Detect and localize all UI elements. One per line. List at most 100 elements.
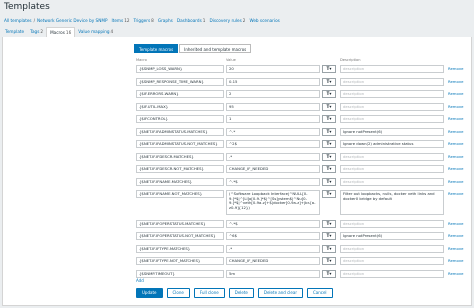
macro-value-field[interactable]: CHANGE_IF_NEEDED <box>226 257 320 265</box>
macro-name-field[interactable]: {$NET.IF.IFNAME.MATCHES} <box>136 177 224 186</box>
macro-name-field[interactable]: {$NET.IF.IFDESCR.NOT_MATCHES} <box>136 165 224 173</box>
macro-description-field[interactable]: Ignore notPresent(6) <box>340 232 444 240</box>
macro-name-field[interactable]: {$NET.IF.IFADMINSTATUS.MATCHES} <box>136 127 224 136</box>
macro-name-field[interactable]: {$SNMP_LOSS_WARN} <box>136 65 224 73</box>
macro-value-field[interactable]: .* <box>226 152 320 161</box>
macro-name-field[interactable]: {$IF.UTIL.MAX} <box>136 102 224 111</box>
value-type-button[interactable]: T▾ <box>322 90 336 98</box>
value-type-button[interactable]: T▾ <box>322 77 336 86</box>
value-type-button[interactable]: T▾ <box>322 257 336 265</box>
remove-macro-link[interactable]: Remove <box>448 246 463 251</box>
graphs-link[interactable]: Graphs <box>158 18 173 23</box>
remove-macro-link[interactable]: Remove <box>448 79 463 84</box>
macro-name-field[interactable]: {$NET.IF.IFDESCR.MATCHES} <box>136 152 224 161</box>
macro-value-field[interactable]: ^2$ <box>226 140 320 148</box>
delete-button[interactable]: Delete <box>228 288 254 298</box>
web-scenarios-link[interactable]: Web scenarios <box>249 18 279 23</box>
template-macros-button[interactable]: Template macros <box>134 44 179 53</box>
value-type-button[interactable]: T▾ <box>322 115 336 123</box>
macro-value-field[interactable]: 5m <box>226 269 320 278</box>
macro-description-field[interactable]: description <box>340 257 444 265</box>
delete-and-clear-button[interactable]: Delete and clear <box>257 288 303 298</box>
macro-row: {$IF.ERRORS.WARN} 2 T▾ description Remove <box>136 90 468 98</box>
macro-row: {$NET.IF.IFTYPE.MATCHES} .* T▾ description R… <box>136 244 468 253</box>
macro-value-field[interactable]: 20 <box>226 65 320 73</box>
macro-name-field[interactable]: {$IFCONTROL} <box>136 115 224 123</box>
macro-name-field[interactable]: {$NET.IF.IFOPERSTATUS.NOT_MATCHES} <box>136 232 224 240</box>
remove-macro-link[interactable]: Remove <box>448 141 463 146</box>
macro-name-field[interactable]: {$SNMP_RESPONSE_TIME_WARN} <box>136 77 224 86</box>
macro-description-field[interactable]: description <box>340 115 444 123</box>
macro-value-field[interactable]: 2 <box>226 90 320 98</box>
remove-macro-link[interactable]: Remove <box>448 271 463 276</box>
remove-macro-link[interactable]: Remove <box>448 191 463 196</box>
items-link[interactable]: Items <box>111 18 123 23</box>
value-type-button[interactable]: T▾ <box>322 102 336 111</box>
macro-description-field[interactable]: description <box>340 165 444 173</box>
macro-value-field[interactable]: CHANGE_IF_NEEDED <box>226 165 320 173</box>
inherited-macros-button[interactable]: Inherited and template macros <box>179 44 252 53</box>
macro-description-field[interactable]: description <box>340 177 444 186</box>
macro-name-field[interactable]: {$NET.IF.IFNAME.NOT_MATCHES} <box>136 190 224 198</box>
value-type-button[interactable]: T▾ <box>322 269 336 278</box>
macro-description-field[interactable]: Ignore notPresent(6) <box>340 127 444 136</box>
full-clone-button[interactable]: Full clone <box>193 288 225 298</box>
macro-value-field[interactable]: 0.15 <box>226 77 320 86</box>
value-type-button[interactable]: T▾ <box>322 177 336 186</box>
macro-value-field[interactable]: ^.* <box>226 127 320 136</box>
value-type-button[interactable]: T▾ <box>322 219 336 228</box>
value-type-button[interactable]: T▾ <box>322 65 336 73</box>
clone-button[interactable]: Clone <box>166 288 190 298</box>
macro-description-field[interactable]: description <box>340 244 444 253</box>
macro-value-field[interactable]: ^.*$ <box>226 177 320 186</box>
macro-description-field[interactable]: description <box>340 77 444 86</box>
add-macro-link[interactable]: Add <box>136 278 144 283</box>
update-button[interactable]: Update <box>136 288 163 298</box>
remove-macro-link[interactable]: Remove <box>448 179 463 184</box>
macro-description-field[interactable]: Filter out loopbacks, nulls, docker veth… <box>340 190 444 215</box>
remove-macro-link[interactable]: Remove <box>448 66 463 71</box>
value-type-button[interactable]: T▾ <box>322 152 336 161</box>
macro-description-field[interactable]: Ignore down(2) administrative status <box>340 140 444 148</box>
macro-description-field[interactable]: description <box>340 269 444 278</box>
macro-description-field[interactable]: description <box>340 90 444 98</box>
all-templates-link[interactable]: All templates <box>4 18 32 23</box>
discovery-rules-link[interactable]: Discovery rules <box>209 18 241 23</box>
remove-macro-link[interactable]: Remove <box>448 154 463 159</box>
macro-name-field[interactable]: {$SNMP.TIMEOUT} <box>136 269 224 278</box>
macro-value-field[interactable]: 95 <box>226 102 320 111</box>
remove-macro-link[interactable]: Remove <box>448 104 463 109</box>
value-type-button[interactable]: T▾ <box>322 232 336 240</box>
macro-description-field[interactable]: description <box>340 65 444 73</box>
value-type-button[interactable]: T▾ <box>322 140 336 148</box>
remove-macro-link[interactable]: Remove <box>448 129 463 134</box>
macro-value-field[interactable]: ^6$ <box>226 232 320 240</box>
macro-description-field[interactable]: description <box>340 102 444 111</box>
macro-name-field[interactable]: {$NET.IF.IFOPERSTATUS.MATCHES} <box>136 219 224 228</box>
macro-name-field[interactable]: {$IF.ERRORS.WARN} <box>136 90 224 98</box>
remove-macro-link[interactable]: Remove <box>448 116 463 121</box>
remove-macro-link[interactable]: Remove <box>448 258 463 263</box>
macro-description-field[interactable]: description <box>340 219 444 228</box>
macro-name-field[interactable]: {$NET.IF.IFADMINSTATUS.NOT_MATCHES} <box>136 140 224 148</box>
template-name-link[interactable]: Network Generic Device by SNMP <box>37 18 107 23</box>
dashboards-link[interactable]: Dashboards <box>177 18 202 23</box>
macro-value-field[interactable]: (^Software Loopback Interface|^NULL[0-9.… <box>226 190 320 215</box>
macro-name-field[interactable]: {$NET.IF.IFTYPE.NOT_MATCHES} <box>136 257 224 265</box>
macro-value-field[interactable]: ^.*$ <box>226 219 320 228</box>
macro-description-field[interactable]: description <box>340 152 444 161</box>
remove-macro-link[interactable]: Remove <box>448 233 463 238</box>
cancel-button[interactable]: Cancel <box>306 288 333 298</box>
value-type-button[interactable]: T▾ <box>322 165 336 173</box>
triggers-link[interactable]: Triggers <box>134 18 151 23</box>
remove-macro-link[interactable]: Remove <box>448 91 463 96</box>
remove-macro-link[interactable]: Remove <box>448 166 463 171</box>
value-type-button[interactable]: T▾ <box>322 244 336 253</box>
remove-macro-link[interactable]: Remove <box>448 221 463 226</box>
macro-name-field[interactable]: {$NET.IF.IFTYPE.MATCHES} <box>136 244 224 253</box>
breadcrumb-nav: All templates / Network Generic Device b… <box>0 15 474 25</box>
value-type-button[interactable]: T▾ <box>322 190 336 198</box>
macro-value-field[interactable]: 1 <box>226 115 320 123</box>
macro-value-field[interactable]: .* <box>226 244 320 253</box>
value-type-button[interactable]: T▾ <box>322 127 336 136</box>
